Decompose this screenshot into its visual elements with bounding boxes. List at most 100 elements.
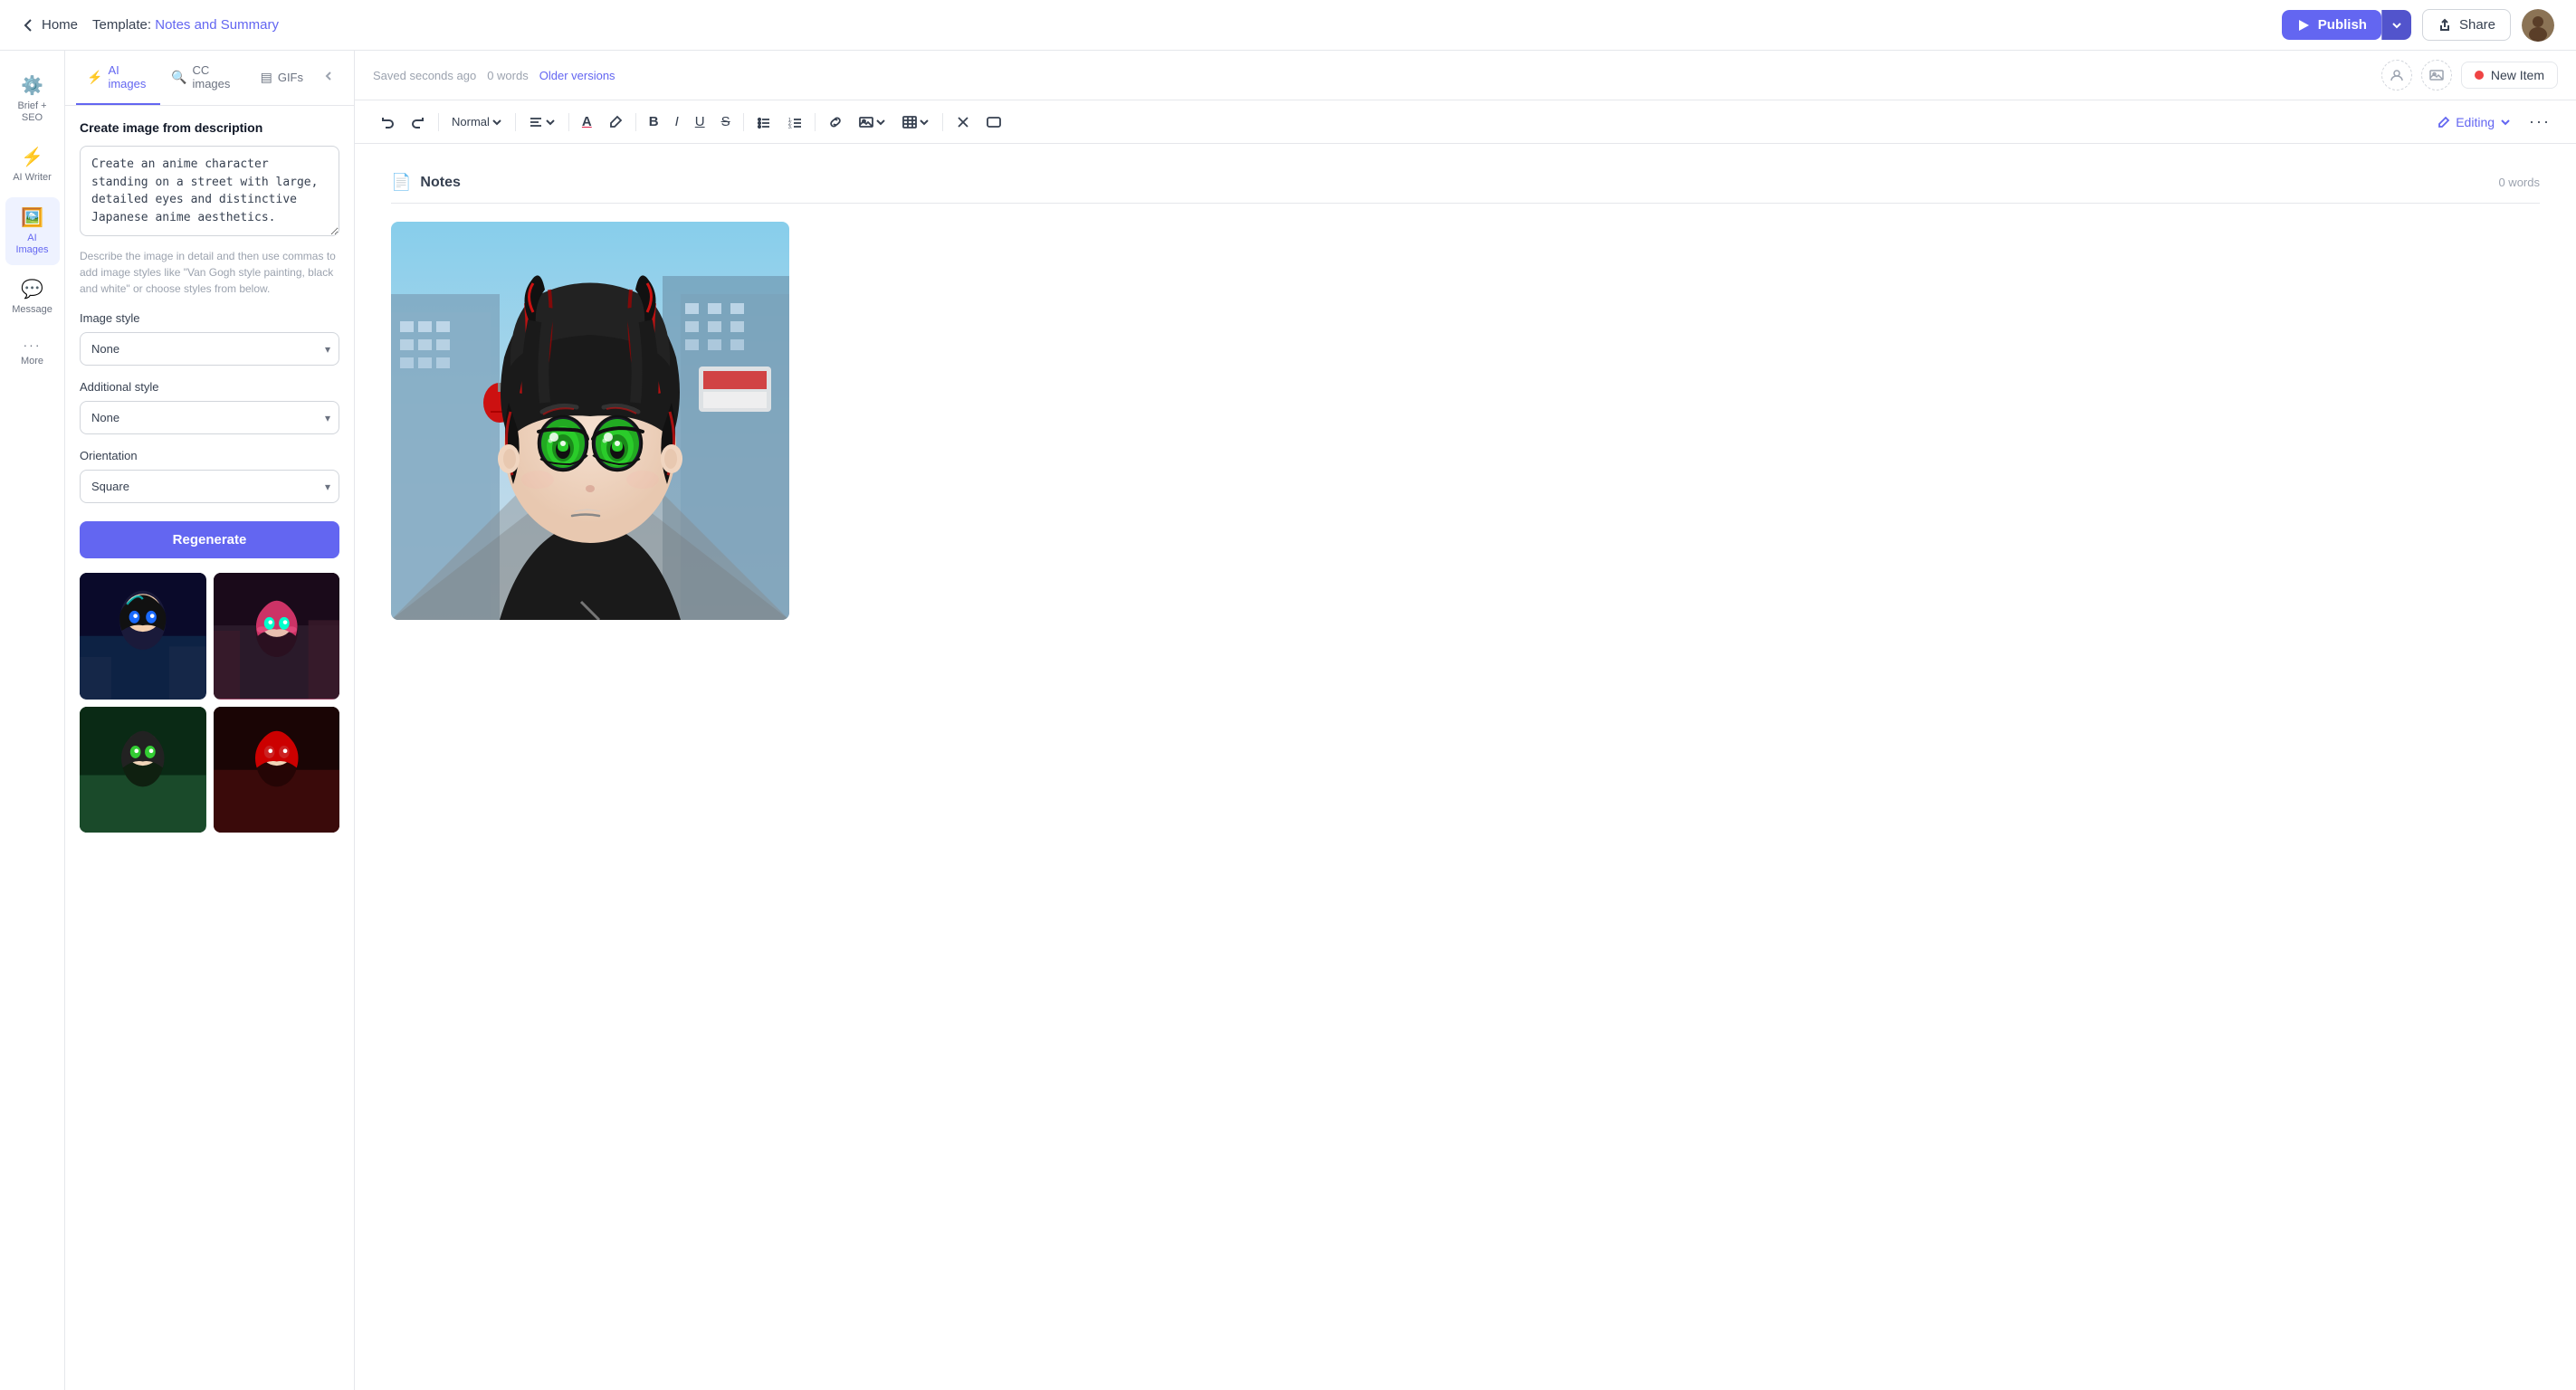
ai-writer-icon: ⚡ [21,146,43,168]
pencil-icon [2438,116,2450,129]
image-grid [80,573,339,833]
user-mention-button[interactable] [2381,60,2412,90]
highlight-icon [608,115,623,129]
older-versions-link[interactable]: Older versions [539,69,615,82]
image-thumb-4[interactable] [214,707,340,833]
image-insert-button[interactable] [852,110,893,134]
avatar-image [2522,9,2554,42]
redo-icon [411,115,425,129]
create-image-title: Create image from description [80,120,339,135]
back-label: Home [42,17,78,33]
avatar[interactable] [2522,9,2554,42]
word-count-status: 0 words [487,69,529,82]
toolbar-divider-7 [942,113,943,131]
toolbar-divider-2 [515,113,516,131]
left-sidebar: ⚙️ Brief + SEO ⚡ AI Writer 🖼️ AI Images … [0,51,65,1390]
share-button[interactable]: Share [2422,9,2511,41]
description-textarea[interactable]: Create an anime character standing on a … [80,146,339,236]
panel-collapse-button[interactable] [314,62,343,95]
sidebar-item-ai-images[interactable]: 🖼️ AI Images [5,197,60,265]
publish-button-wrap: Publish [2282,10,2411,40]
image-thumb-3[interactable] [80,707,206,833]
text-color-button[interactable]: A [575,109,599,134]
sidebar-item-ai-writer[interactable]: ⚡ AI Writer [5,137,60,193]
align-button[interactable] [521,110,563,134]
align-chevron-icon [545,117,556,128]
publish-icon [2296,18,2311,33]
orientation-label: Orientation [80,449,339,462]
undo-button[interactable] [373,110,402,134]
editing-dropdown-button[interactable]: Editing [2428,110,2520,134]
more-options-button[interactable]: ··· [2522,108,2558,136]
back-button[interactable]: Home [22,17,78,33]
cc-images-tab-icon: 🔍 [171,70,186,85]
italic-button[interactable]: I [668,109,686,134]
bullet-list-button[interactable] [749,110,778,134]
generated-image [391,222,789,620]
highlight-button[interactable] [601,110,630,134]
tab-ai-images[interactable]: ⚡ AI images [76,51,160,105]
image-upload-button[interactable] [2421,60,2452,90]
breadcrumb: Template: Notes and Summary [92,17,279,33]
orientation-select[interactable]: Square Landscape Portrait [80,470,339,503]
new-item-dot [2475,71,2484,80]
additional-style-select[interactable]: None Dark Bright Vintage Neon [80,401,339,434]
message-icon: 💬 [21,278,43,300]
more-icon: ··· [24,338,42,352]
redo-button[interactable] [404,110,433,134]
italic-label: I [675,114,679,129]
svg-text:3.: 3. [788,125,792,129]
image-icon [2429,68,2444,82]
sidebar-item-message[interactable]: 💬 Message [5,269,60,325]
underline-label: U [695,114,705,129]
publish-button[interactable]: Publish [2282,10,2381,40]
regenerate-button[interactable]: Regenerate [80,521,339,558]
bold-label: B [649,114,659,129]
strikethrough-label: S [721,114,730,129]
publish-dropdown-button[interactable] [2381,10,2411,40]
code-button[interactable] [979,110,1008,134]
toolbar-actions: New Item [2381,60,2558,90]
toolbar-divider-4 [635,113,636,131]
sidebar-item-more[interactable]: ··· More [5,328,60,376]
clear-format-icon [956,115,970,129]
tab-gifs[interactable]: ▤ GIFs [250,57,314,100]
bullet-list-icon [757,115,771,129]
image-style-select-wrap: None Anime Photorealistic Oil Painting W… [80,332,339,366]
top-nav: Home Template: Notes and Summary Publish… [0,0,2576,51]
image-thumb-2[interactable] [214,573,340,700]
toolbar-divider-3 [568,113,569,131]
numbered-list-button[interactable]: 1. 2. 3. [780,110,809,134]
link-button[interactable] [821,110,850,134]
editor-toolbar-top: Saved seconds ago 0 words Older versions [355,51,2576,100]
bold-button[interactable]: B [642,109,666,134]
note-word-count: 0 words [2498,176,2540,189]
code-icon [987,115,1001,129]
strikethrough-button[interactable]: S [714,109,738,134]
ai-images-tab-icon: ⚡ [87,70,102,85]
note-title: Notes [420,175,460,191]
note-title-row: 📄 Notes [391,173,461,192]
additional-style-label: Additional style [80,380,339,394]
image-thumb-1[interactable] [80,573,206,700]
new-item-button[interactable]: New Item [2461,62,2558,89]
tab-cc-images[interactable]: 🔍 CC images [160,51,250,105]
image-style-select[interactable]: None Anime Photorealistic Oil Painting W… [80,332,339,366]
sidebar-item-brief-seo[interactable]: ⚙️ Brief + SEO [5,65,60,133]
editor-area: Saved seconds ago 0 words Older versions [355,51,2576,1390]
toolbar-divider-5 [743,113,744,131]
panel: ⚡ AI images 🔍 CC images ▤ GIFs Create im… [65,51,355,1390]
note-header: 📄 Notes 0 words [391,162,2540,204]
clear-format-button[interactable] [949,110,978,134]
numbered-list-icon: 1. 2. 3. [787,115,802,129]
undo-icon [380,115,395,129]
editor-content[interactable]: 📄 Notes 0 words [355,144,2576,1390]
table-button[interactable] [895,110,937,134]
image-insert-icon [859,115,873,129]
format-toolbar: Normal A [355,100,2576,144]
breadcrumb-link[interactable]: Notes and Summary [155,17,279,33]
underline-button[interactable]: U [688,109,712,134]
text-style-dropdown[interactable]: Normal [444,110,510,133]
thumb-image-1 [80,573,206,700]
thumb-image-4 [214,707,340,833]
